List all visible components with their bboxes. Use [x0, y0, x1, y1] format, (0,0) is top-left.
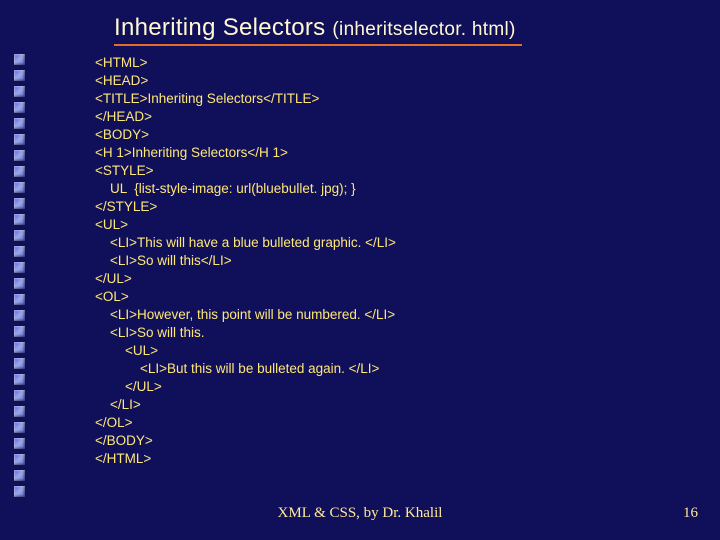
- bullet-square-icon: [14, 438, 25, 449]
- bullet-square-icon: [14, 70, 25, 81]
- title-underline: [114, 44, 522, 46]
- bullet-square-icon: [14, 230, 25, 241]
- page-number: 16: [683, 505, 698, 522]
- bullet-square-icon: [14, 262, 25, 273]
- bullet-square-icon: [14, 454, 25, 465]
- bullet-square-icon: [14, 486, 25, 497]
- bullet-square-icon: [14, 134, 25, 145]
- bullet-square-icon: [14, 358, 25, 369]
- bullet-square-icon: [14, 246, 25, 257]
- bullet-square-icon: [14, 278, 25, 289]
- footer-text: XML & CSS, by Dr. Khalil: [0, 505, 720, 522]
- bullet-square-icon: [14, 470, 25, 481]
- bullet-square-icon: [14, 390, 25, 401]
- bullet-square-icon: [14, 182, 25, 193]
- bullet-square-icon: [14, 214, 25, 225]
- bullet-square-icon: [14, 326, 25, 337]
- bullet-square-icon: [14, 150, 25, 161]
- title-main: Inheriting Selectors: [114, 14, 332, 41]
- decorative-bullet-strip: [14, 54, 28, 497]
- bullet-square-icon: [14, 422, 25, 433]
- bullet-square-icon: [14, 86, 25, 97]
- bullet-square-icon: [14, 374, 25, 385]
- bullet-square-icon: [14, 342, 25, 353]
- bullet-square-icon: [14, 102, 25, 113]
- bullet-square-icon: [14, 310, 25, 321]
- bullet-square-icon: [14, 198, 25, 209]
- bullet-square-icon: [14, 406, 25, 417]
- title-sub: (inheritselector. html): [332, 19, 515, 40]
- bullet-square-icon: [14, 166, 25, 177]
- bullet-square-icon: [14, 294, 25, 305]
- code-block: <HTML> <HEAD> <TITLE>Inheriting Selector…: [95, 54, 396, 468]
- bullet-square-icon: [14, 118, 25, 129]
- bullet-square-icon: [14, 54, 25, 65]
- slide: Inheriting Selectors (inheritselector. h…: [0, 0, 720, 540]
- slide-title: Inheriting Selectors (inheritselector. h…: [114, 14, 516, 42]
